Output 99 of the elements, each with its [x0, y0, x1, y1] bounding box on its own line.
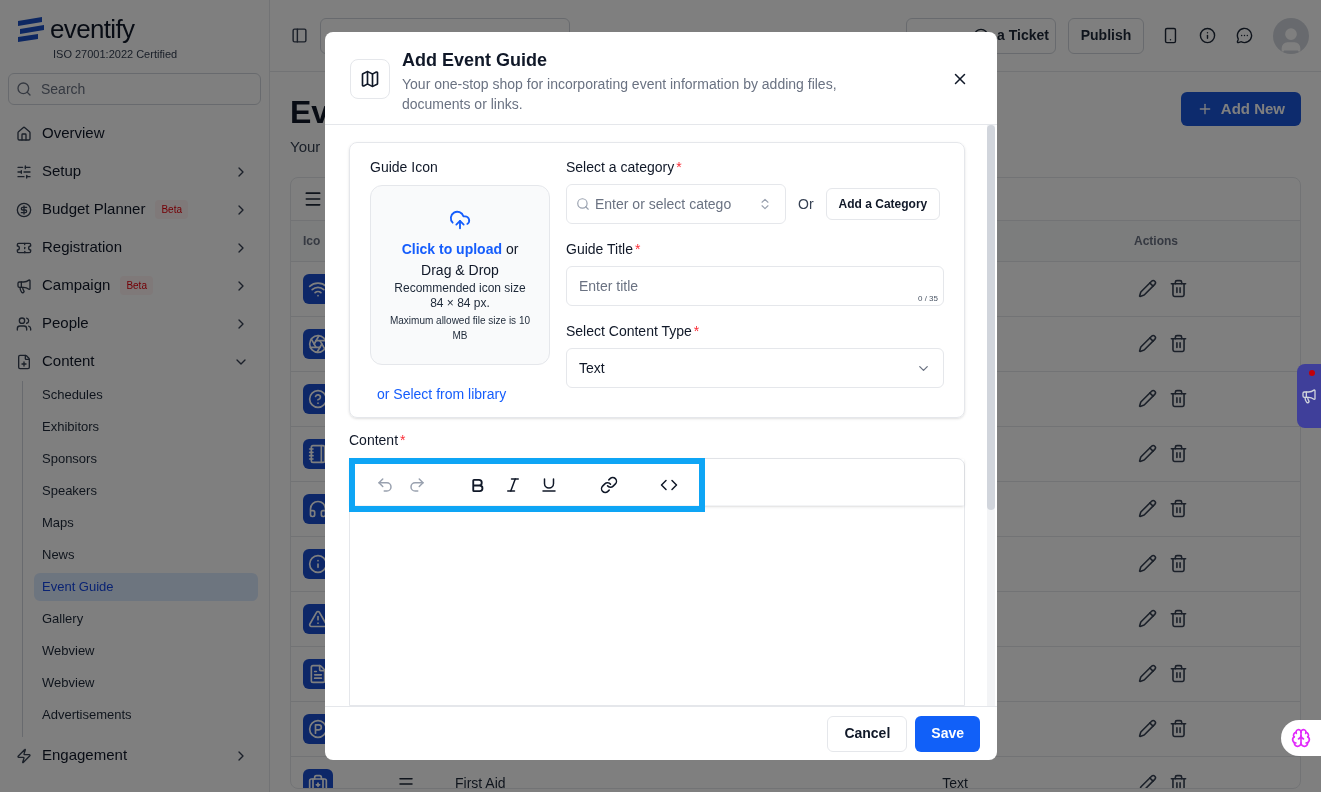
library-link[interactable]: or Select from library [377, 384, 550, 405]
table-cell-text: Text [942, 774, 968, 788]
megaphone-icon [1301, 388, 1317, 404]
sub-nav-item[interactable]: News [34, 540, 258, 569]
sub-nav-item[interactable]: Webview [34, 668, 258, 697]
search-field[interactable]: Search [8, 72, 261, 105]
required-mark: * [693, 323, 700, 339]
announcement-tab[interactable] [1297, 364, 1321, 428]
sub-nav-item[interactable]: Webview [34, 636, 258, 665]
phone-icon[interactable] [1162, 27, 1179, 44]
chat-icon[interactable] [1236, 27, 1253, 44]
page-subtitle: Your [290, 137, 322, 157]
nav-icon [16, 201, 32, 218]
field-label: Guide Icon [370, 158, 439, 177]
edit-icon[interactable] [1138, 774, 1157, 788]
nav-item[interactable]: Engagement [0, 736, 269, 775]
nav-item[interactable]: People [0, 304, 269, 343]
nav-icon [16, 125, 32, 142]
nav-icon [16, 315, 32, 332]
beta-badge: Beta [120, 276, 153, 295]
icon-size-text: 84 × 84 px. [430, 296, 490, 311]
sub-nav-item[interactable]: Advertisements [34, 700, 258, 729]
delete-icon[interactable] [1169, 774, 1188, 788]
brain-icon [1291, 728, 1311, 748]
nav-icon [16, 747, 32, 764]
upload-icon [449, 209, 471, 231]
delete-icon[interactable] [1169, 609, 1188, 628]
nav-icon [16, 277, 32, 294]
delete-icon[interactable] [1169, 444, 1188, 463]
edit-icon[interactable] [1138, 279, 1157, 298]
sub-nav-item[interactable]: Maps [34, 508, 258, 537]
info-icon[interactable] [1199, 27, 1216, 44]
underline-button[interactable] [539, 475, 559, 495]
field-label: Content* [349, 431, 407, 450]
field-label: Select a category* [566, 158, 683, 177]
add-category-button[interactable]: Add a Category [825, 188, 941, 220]
modal-title: Add Event Guide [402, 49, 548, 72]
sub-nav-item[interactable]: Schedules [34, 380, 258, 409]
cancel-button[interactable]: Cancel [827, 715, 908, 752]
certification-text: ISO 27001:2022 Certified [53, 47, 179, 62]
column-header: Actions [1134, 232, 1178, 250]
edit-icon[interactable] [1138, 609, 1157, 628]
search-icon [576, 197, 590, 211]
upload-instruction: Click to upload or [401, 240, 519, 259]
updown-icon [758, 197, 772, 211]
edit-icon[interactable] [1138, 554, 1157, 573]
nav-item[interactable]: Campaign Beta [0, 266, 269, 305]
character-counter: 0 / 35 [918, 293, 938, 305]
add-new-button[interactable]: Add New [1180, 92, 1301, 126]
sub-nav-item[interactable]: Speakers [34, 476, 258, 505]
edit-icon[interactable] [1138, 444, 1157, 463]
delete-icon[interactable] [1169, 279, 1188, 298]
delete-icon[interactable] [1169, 389, 1188, 408]
sub-nav-item[interactable]: Exhibitors [34, 412, 258, 441]
delete-icon[interactable] [1169, 334, 1188, 353]
max-size-text: Maximum allowed file size is 10 MB [388, 314, 532, 343]
logo-icon [16, 16, 46, 42]
edit-icon[interactable] [1138, 664, 1157, 683]
category-field[interactable]: Enter or select catego [566, 184, 786, 224]
sidebar-toggle-icon[interactable] [291, 27, 308, 44]
edit-icon[interactable] [1138, 499, 1157, 518]
required-mark: * [400, 432, 406, 448]
save-button[interactable]: Save [915, 715, 980, 752]
nav-item[interactable]: Budget Planner Beta [0, 190, 269, 229]
sub-nav-item[interactable]: Gallery [34, 604, 258, 633]
content-type-select[interactable]: Text [566, 348, 944, 388]
delete-icon[interactable] [1169, 499, 1188, 518]
publish-button[interactable]: Publish [1068, 17, 1144, 54]
edit-icon[interactable] [1138, 719, 1157, 738]
nav-icon [16, 353, 32, 370]
nav-item[interactable]: Content [0, 342, 269, 381]
delete-icon[interactable] [1169, 719, 1188, 738]
field-label: Guide Title* [566, 240, 642, 259]
field-label: Select Content Type* [566, 322, 701, 341]
map-icon [350, 59, 390, 99]
delete-icon[interactable] [1169, 664, 1188, 683]
nav-item[interactable]: Registration [0, 228, 269, 267]
drag-drop-text: Drag & Drop [421, 261, 499, 280]
assistant-button[interactable] [1281, 720, 1321, 756]
column-header: Ico [303, 232, 321, 250]
link-button[interactable] [599, 475, 619, 495]
table-cell-text: First Aid [455, 774, 506, 788]
nav-icon [16, 163, 32, 180]
edit-icon[interactable] [1138, 334, 1157, 353]
nav-item[interactable]: Setup [0, 152, 269, 191]
logo-text: eventify [50, 16, 135, 42]
beta-badge: Beta [155, 200, 188, 219]
edit-icon[interactable] [1138, 389, 1157, 408]
required-mark: * [634, 241, 641, 257]
or-text: Or [798, 194, 814, 214]
nav-item[interactable]: Overview [0, 114, 269, 153]
required-mark: * [676, 159, 682, 175]
recommended-size-text: Recommended icon size [394, 281, 526, 296]
upload-dropzone[interactable]: Click to upload or Drag & Drop Recommended icon size 84 × 84 px. Maximum allowed file size is 10 MB [370, 185, 550, 365]
modal-subtitle: Your one-stop shop for incorporating event information by adding files, documents or links. [402, 75, 838, 114]
sub-nav-item[interactable]: Sponsors [34, 444, 258, 473]
search-icon [16, 80, 32, 97]
delete-icon[interactable] [1169, 554, 1188, 573]
sub-nav-item[interactable]: Event Guide [34, 572, 258, 601]
